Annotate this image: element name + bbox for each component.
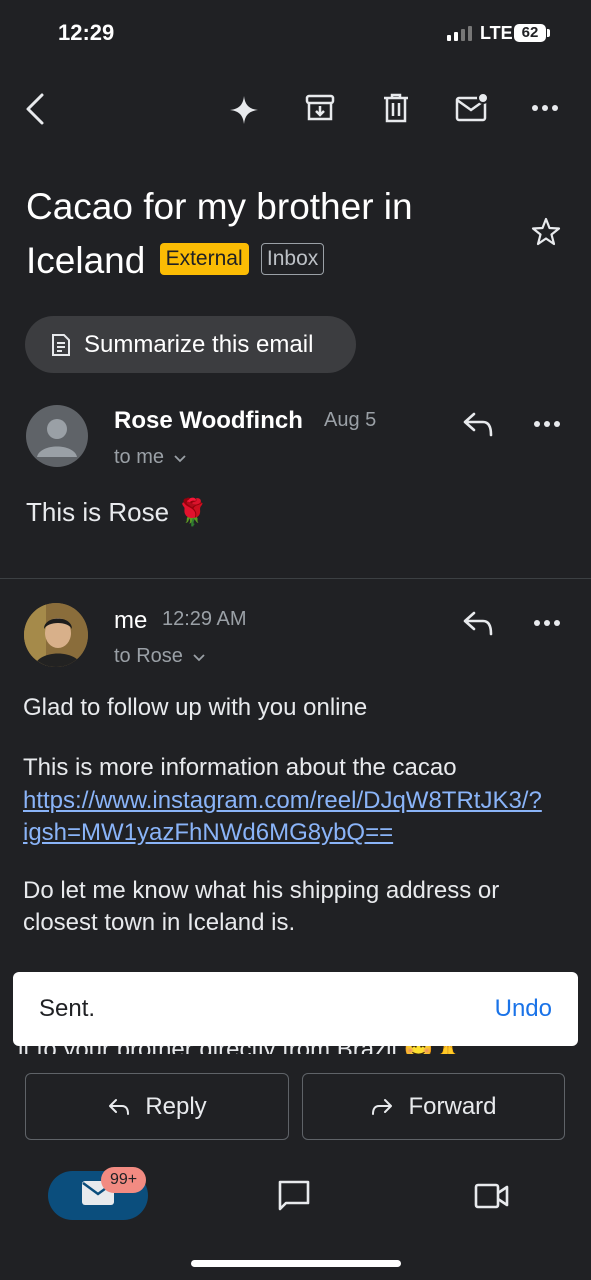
meet-icon[interactable]: [474, 1182, 510, 1210]
sent-snackbar: Sent. Undo: [13, 972, 578, 1046]
back-icon[interactable]: [22, 92, 48, 126]
divider: [0, 578, 591, 579]
summarize-label: Summarize this email: [84, 330, 314, 358]
forward-icon: [370, 1097, 394, 1117]
reply-icon[interactable]: [461, 608, 495, 638]
message-body: This is Rose 🌹: [26, 497, 209, 527]
instagram-link-continued[interactable]: igsh=MW1yazFhNWd6MG8ybQ==: [23, 817, 393, 849]
summarize-button[interactable]: Summarize this email: [25, 316, 356, 373]
reply-button[interactable]: Reply: [25, 1073, 289, 1140]
mark-unread-icon[interactable]: [454, 92, 490, 124]
more-icon[interactable]: [533, 420, 561, 428]
chevron-down-icon: [173, 446, 186, 469]
network-type: LTE: [480, 23, 513, 43]
unread-badge: 99+: [101, 1167, 147, 1193]
reply-icon: [107, 1097, 131, 1117]
sender-name[interactable]: Rose Woodfinch: [114, 407, 303, 435]
chevron-down-icon: [192, 645, 205, 668]
battery-tip: [547, 29, 550, 37]
label-external: External: [159, 243, 249, 276]
reply-icon[interactable]: [461, 409, 495, 439]
sender-name[interactable]: me: [114, 607, 147, 635]
more-icon[interactable]: [531, 104, 559, 112]
instagram-link[interactable]: https://www.instagram.com/reel/DJqW8TRtJ…: [23, 785, 542, 817]
battery-icon: 62: [514, 24, 546, 42]
snackbar-text: Sent.: [39, 995, 96, 1022]
status-time: 12:29: [58, 20, 115, 45]
message-body-line: closest town in Iceland is.: [23, 909, 296, 936]
forward-label: Forward: [408, 1092, 497, 1120]
delete-icon[interactable]: [381, 92, 411, 124]
chat-icon[interactable]: [277, 1179, 311, 1213]
recipient-toggle[interactable]: to me: [114, 446, 186, 469]
message-body-line: Glad to follow up with you online: [23, 694, 368, 721]
home-indicator: [191, 1260, 401, 1267]
star-icon[interactable]: [530, 216, 562, 248]
avatar[interactable]: [26, 405, 88, 467]
recipient-label: to me: [114, 446, 165, 468]
archive-icon[interactable]: [304, 92, 336, 124]
sparkle-icon[interactable]: [229, 95, 259, 125]
summarize-icon: [50, 333, 72, 357]
undo-button[interactable]: Undo: [495, 995, 552, 1023]
recipient-toggle[interactable]: to Rose: [114, 645, 205, 668]
message-date: 12:29 AM: [162, 608, 247, 630]
more-icon[interactable]: [533, 619, 561, 627]
label-inbox[interactable]: Inbox: [260, 243, 325, 276]
message-body-line: Do let me know what his shipping address…: [23, 877, 500, 904]
message-date: Aug 5: [324, 409, 377, 431]
forward-button[interactable]: Forward: [302, 1073, 565, 1140]
signal-icon: [447, 26, 472, 41]
recipient-label: to Rose: [114, 645, 183, 667]
email-subject: Cacao for my brother in Iceland External…: [26, 180, 496, 288]
message-body-line: This is more information about the cacao: [23, 754, 457, 781]
avatar[interactable]: [24, 603, 88, 667]
reply-label: Reply: [145, 1092, 207, 1120]
